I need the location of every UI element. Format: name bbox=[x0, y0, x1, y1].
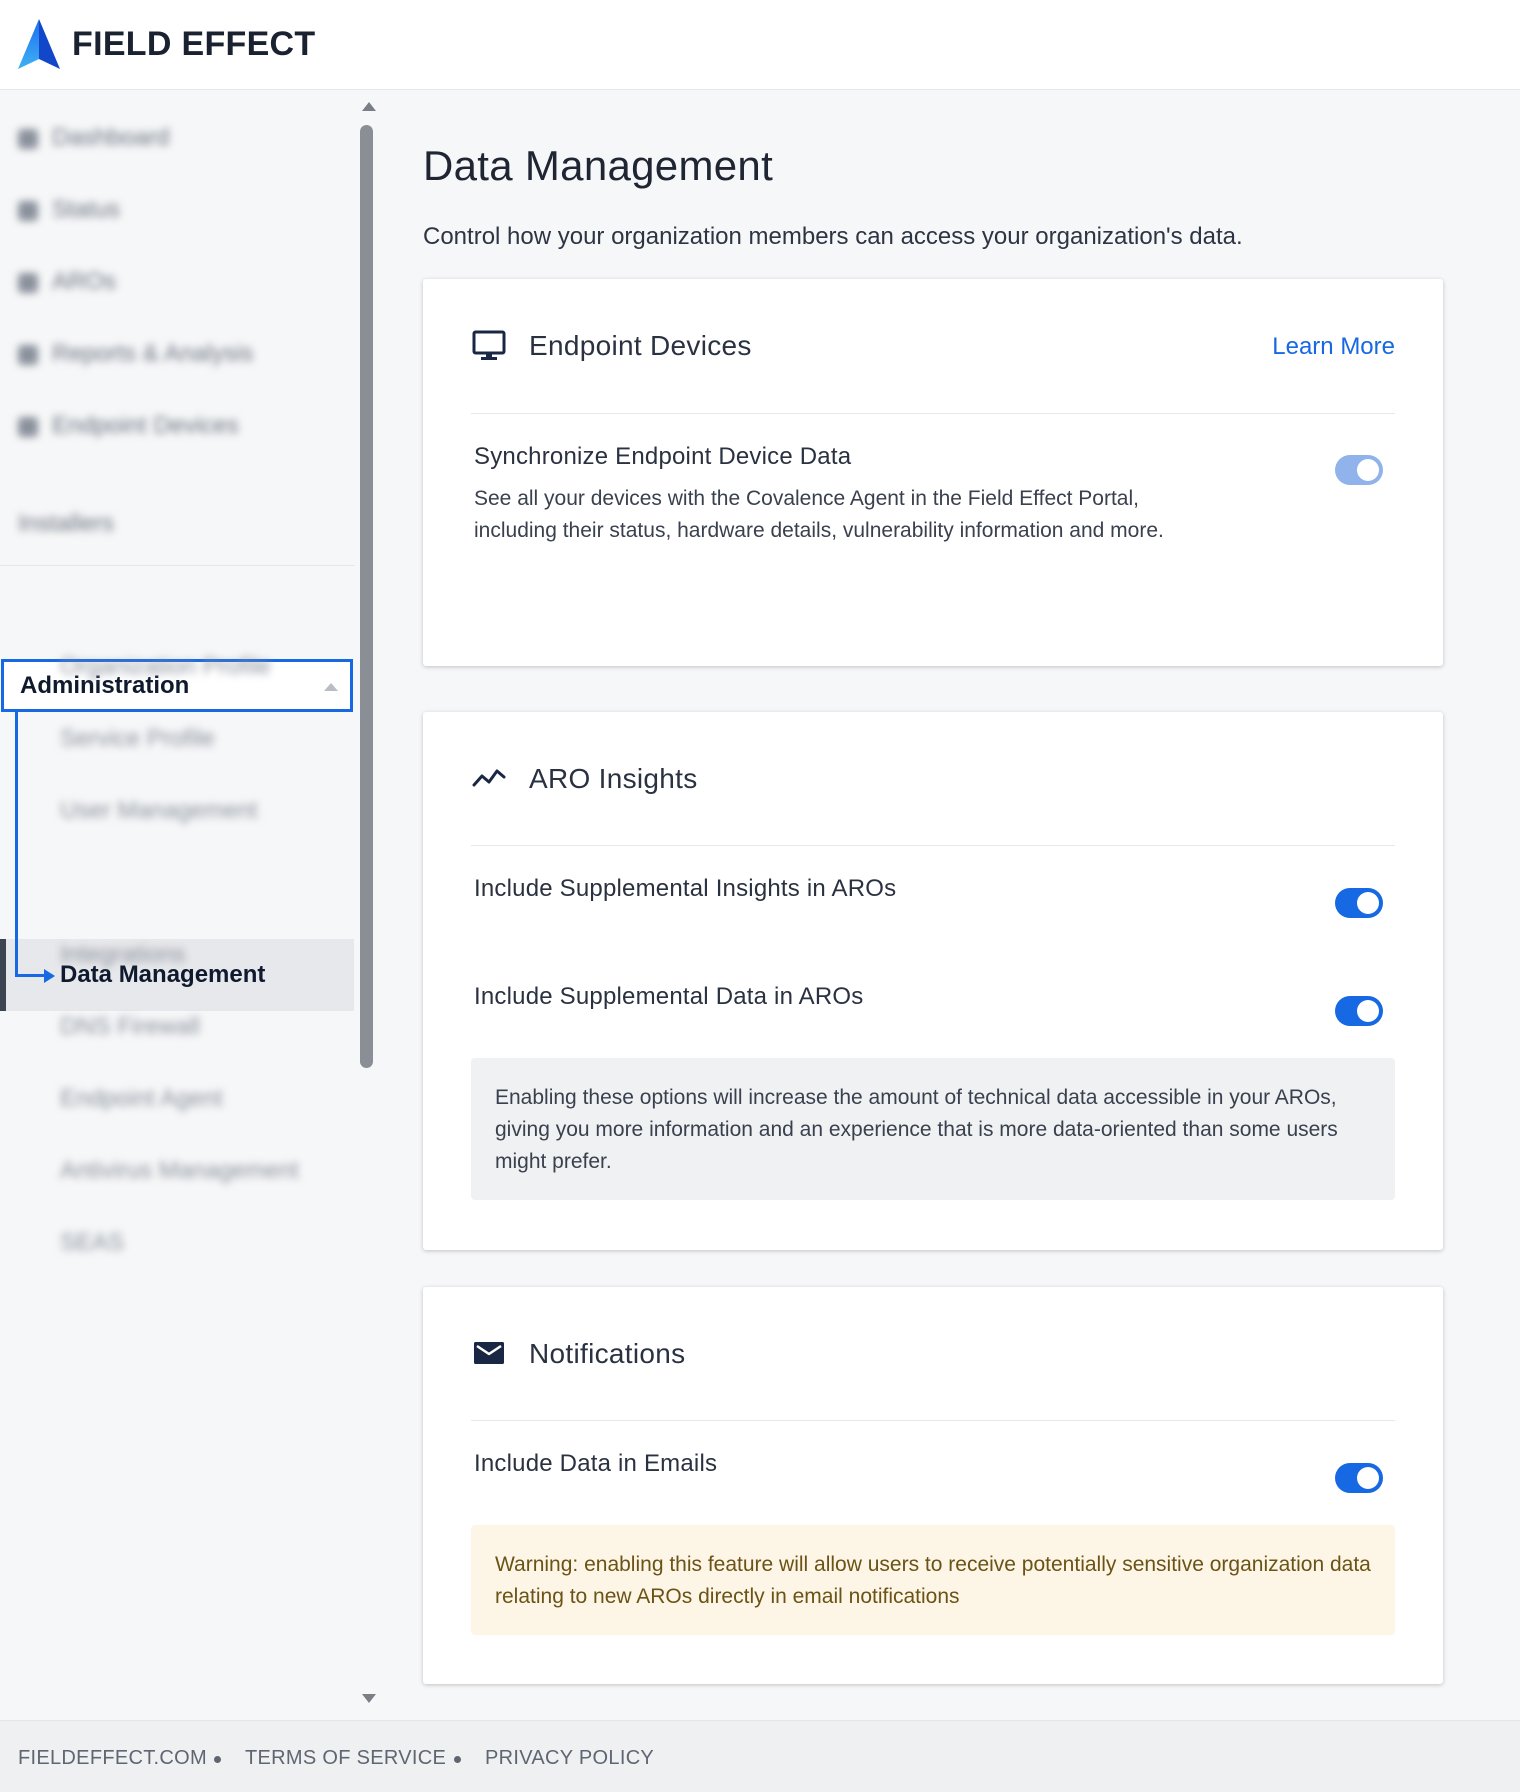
toggle-knob bbox=[1357, 1467, 1379, 1489]
sidebar-item-service-profile[interactable]: Service Profile bbox=[60, 719, 215, 759]
sidebar: Dashboard Status AROs Reports & Analysis… bbox=[0, 90, 378, 1720]
card-divider bbox=[471, 845, 1395, 846]
sidebar-item-seas[interactable]: SEAS bbox=[60, 1223, 124, 1263]
card-title-notifications: Notifications bbox=[529, 1338, 686, 1369]
trend-line-icon bbox=[472, 769, 506, 787]
sidebar-item-organization-profile[interactable]: Organization Profile bbox=[60, 647, 271, 687]
tree-connector-line bbox=[15, 712, 18, 977]
aro-insights-card: ARO Insights Include Supplemental Insigh… bbox=[423, 712, 1443, 1250]
notifications-card: Notifications Include Data in Emails War… bbox=[423, 1287, 1443, 1684]
sidebar-item-antivirus-management[interactable]: Antivirus Management bbox=[60, 1151, 299, 1191]
sync-endpoint-toggle[interactable] bbox=[1335, 455, 1383, 485]
status-icon bbox=[18, 200, 38, 221]
toggle-knob bbox=[1357, 1000, 1379, 1022]
sidebar-item-integrations[interactable]: Integrations bbox=[60, 935, 185, 975]
supplemental-data-toggle[interactable] bbox=[1335, 996, 1383, 1026]
sidebar-item-status[interactable]: Status bbox=[18, 190, 120, 230]
aro-icon bbox=[18, 272, 38, 293]
dashboard-icon bbox=[18, 128, 38, 149]
field-effect-logo-icon bbox=[18, 19, 60, 69]
reports-icon bbox=[18, 344, 38, 365]
scroll-down-arrow-icon[interactable] bbox=[362, 1694, 376, 1703]
email-warning-box: Warning: enabling this feature will allo… bbox=[471, 1525, 1395, 1635]
footer-separator-dot bbox=[214, 1756, 221, 1763]
sidebar-item-installers[interactable]: Installers bbox=[18, 504, 114, 544]
brand-name: FIELD EFFECT bbox=[72, 25, 316, 63]
footer-link-privacy[interactable]: PRIVACY POLICY bbox=[485, 1747, 654, 1770]
footer-link-fieldeffect[interactable]: FIELDEFFECT.COM bbox=[18, 1747, 207, 1770]
card-divider bbox=[471, 413, 1395, 414]
envelope-icon bbox=[474, 1342, 504, 1364]
sidebar-item-aros[interactable]: AROs bbox=[18, 262, 116, 302]
main-content: Data Management Control how your organiz… bbox=[378, 90, 1520, 1720]
include-data-emails-label: Include Data in Emails bbox=[474, 1450, 718, 1477]
supplemental-data-label: Include Supplemental Data in AROs bbox=[474, 983, 864, 1010]
tree-connector-branch bbox=[15, 974, 47, 977]
sidebar-item-endpoint-devices[interactable]: Endpoint Devices bbox=[18, 406, 239, 446]
monitor-icon bbox=[472, 330, 506, 360]
toggle-knob bbox=[1357, 459, 1379, 481]
sync-endpoint-description: See all your devices with the Covalence … bbox=[474, 487, 1164, 542]
footer-link-terms[interactable]: TERMS OF SERVICE bbox=[245, 1747, 446, 1770]
sync-endpoint-label: Synchronize Endpoint Device Data bbox=[474, 443, 852, 470]
sidebar-item-dashboard[interactable]: Dashboard bbox=[18, 118, 169, 158]
supplemental-insights-toggle[interactable] bbox=[1335, 888, 1383, 918]
footer: FIELDEFFECT.COM TERMS OF SERVICE PRIVACY… bbox=[0, 1720, 1520, 1792]
sidebar-item-dns-firewall[interactable]: DNS Firewall bbox=[60, 1007, 200, 1047]
endpoint-devices-card: Endpoint Devices Learn More Synchronize … bbox=[423, 279, 1443, 666]
top-header: FIELD EFFECT bbox=[0, 0, 1520, 90]
sidebar-item-user-management[interactable]: User Management bbox=[60, 791, 257, 831]
sidebar-scrollbar[interactable] bbox=[356, 90, 378, 1720]
aro-info-box: Enabling these options will increase the… bbox=[471, 1058, 1395, 1200]
learn-more-link[interactable]: Learn More bbox=[1272, 333, 1395, 361]
card-divider bbox=[471, 1420, 1395, 1421]
sidebar-item-endpoint-agent[interactable]: Endpoint Agent bbox=[60, 1079, 223, 1119]
chevron-up-icon bbox=[324, 683, 338, 691]
supplemental-insights-label: Include Supplemental Insights in AROs bbox=[474, 875, 897, 902]
card-title-aro-insights: ARO Insights bbox=[529, 763, 698, 794]
scroll-up-arrow-icon[interactable] bbox=[362, 102, 376, 111]
sidebar-divider bbox=[0, 565, 355, 566]
scrollbar-thumb[interactable] bbox=[360, 125, 373, 1068]
sidebar-item-reports[interactable]: Reports & Analysis bbox=[18, 334, 253, 374]
page-title: Data Management bbox=[423, 142, 774, 189]
card-title-endpoint-devices: Endpoint Devices bbox=[529, 330, 752, 361]
include-data-emails-toggle[interactable] bbox=[1335, 1463, 1383, 1493]
arrow-right-icon bbox=[44, 969, 55, 983]
devices-icon bbox=[18, 416, 38, 437]
page-description: Control how your organization members ca… bbox=[423, 223, 1243, 250]
footer-separator-dot bbox=[454, 1756, 461, 1763]
active-indicator bbox=[0, 939, 6, 1011]
toggle-knob bbox=[1357, 892, 1379, 914]
